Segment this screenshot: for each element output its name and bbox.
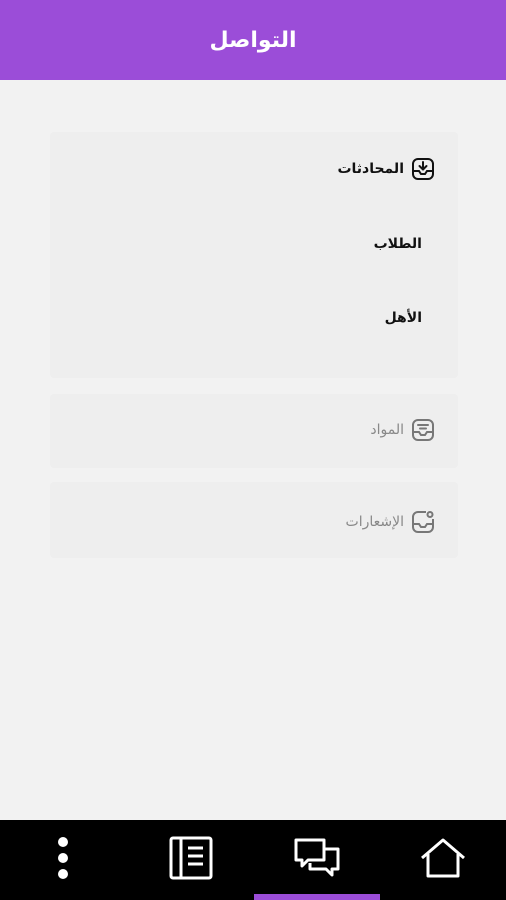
nav-selected-indicator <box>254 894 380 900</box>
nav-notebook[interactable] <box>128 820 254 900</box>
sub-item-parents[interactable]: الأهل <box>385 310 422 326</box>
section-conversations-header[interactable]: المحادثات <box>337 156 436 182</box>
section-notifications-header[interactable]: الإشعارات <box>346 509 436 535</box>
inbox-notification-icon <box>410 509 436 535</box>
section-subjects-header[interactable]: المواد <box>370 417 436 443</box>
notebook-icon <box>168 835 214 885</box>
nav-chat[interactable] <box>254 820 380 900</box>
app-header: التواصل <box>0 0 506 80</box>
page-title: التواصل <box>209 27 297 53</box>
chat-icon <box>293 837 341 883</box>
section-notifications-label: الإشعارات <box>345 514 404 530</box>
inbox-lines-icon <box>410 417 436 443</box>
more-icon <box>55 836 71 884</box>
section-conversations: المحادثات الطلاب الأهل <box>50 132 458 378</box>
section-subjects-label: المواد <box>370 422 404 438</box>
inbox-download-icon <box>410 156 436 182</box>
bottom-nav <box>0 820 506 900</box>
main-content: المحادثات الطلاب الأهل المواد الإشعارات <box>0 80 506 820</box>
nav-home[interactable] <box>380 820 506 900</box>
section-conversations-label: المحادثات <box>337 161 404 177</box>
nav-more[interactable] <box>0 820 126 900</box>
sub-item-students[interactable]: الطلاب <box>374 236 422 252</box>
section-subjects[interactable]: المواد <box>50 394 458 468</box>
home-icon <box>419 837 467 883</box>
section-notifications[interactable]: الإشعارات <box>50 482 458 558</box>
